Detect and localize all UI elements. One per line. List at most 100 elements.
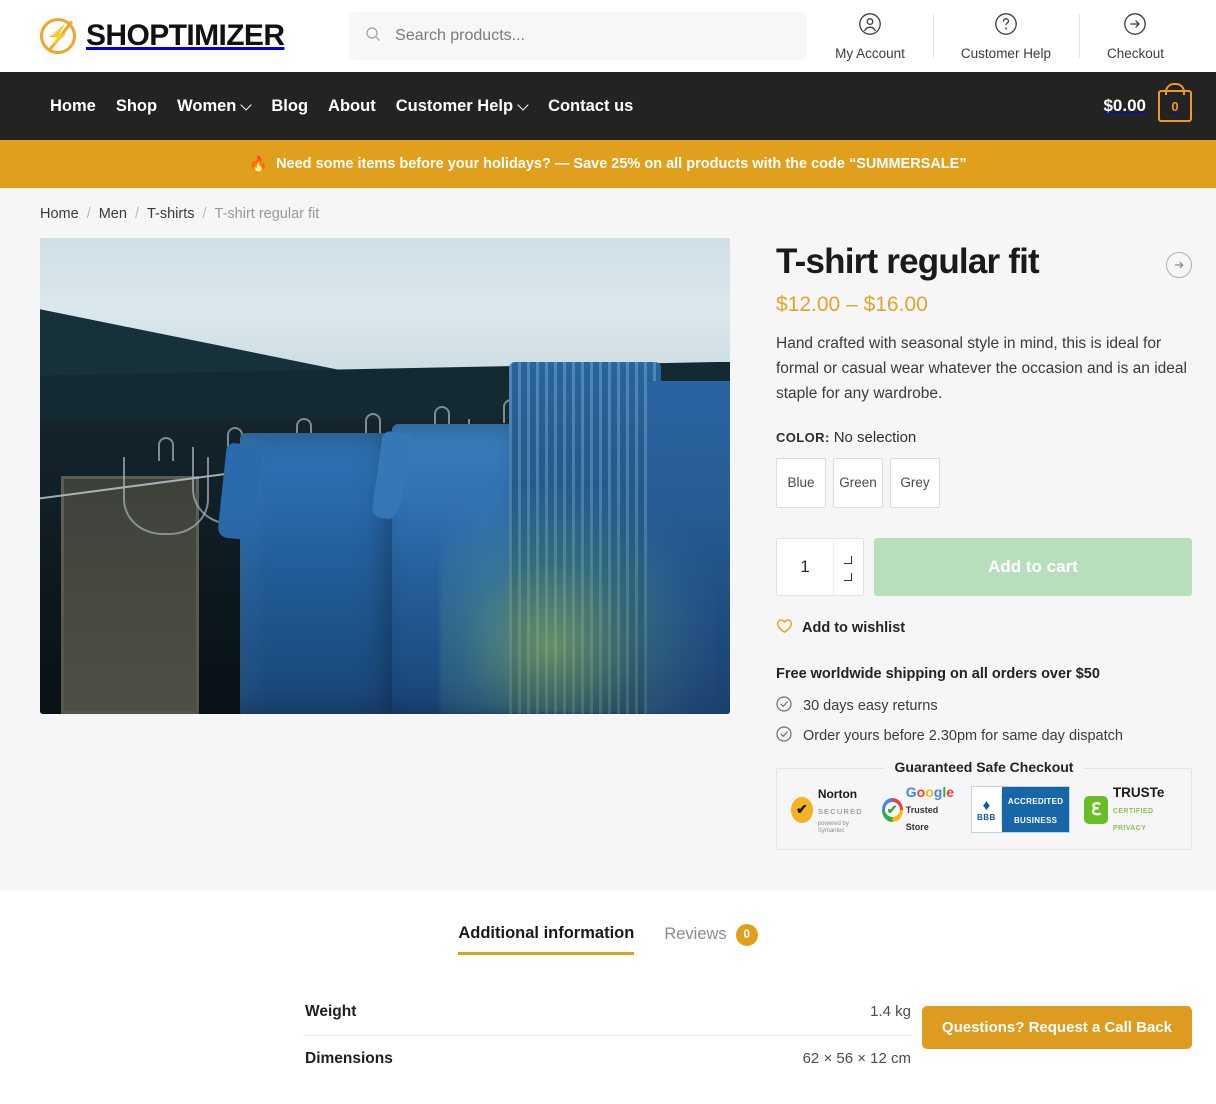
norton-label: Norton (817, 786, 858, 801)
quantity-increase-button[interactable] (843, 555, 854, 564)
nav-item-shop[interactable]: Shop (106, 97, 167, 116)
google-label: Google (905, 783, 955, 800)
nav-item-women[interactable]: Women (167, 97, 261, 116)
header-link-customer-help[interactable]: Customer Help (932, 12, 1079, 61)
promo-text: Need some items before your holidays? — … (276, 156, 967, 172)
google-check-icon: ✔ (881, 797, 903, 822)
breadcrumb-item-tshirts[interactable]: T-shirts (147, 206, 195, 222)
bbb-abbr-label: BBB (976, 812, 996, 822)
header-link-label: My Account (835, 45, 905, 61)
shopping-bag-icon: 0 (1158, 90, 1192, 122)
row-value: 1.4 kg (870, 1003, 911, 1021)
safe-checkout-legend: Guaranteed Safe Checkout (884, 758, 1084, 775)
add-to-wishlist-button[interactable]: Add to wishlist (776, 618, 1192, 638)
product-summary: T-shirt regular fit $12.00 – $16.00 Hand… (776, 238, 1192, 850)
chevron-down-icon (519, 101, 528, 110)
nav-items: Home Shop Women Blog About Customer Help… (40, 97, 643, 116)
add-to-cart-button[interactable]: Add to cart (874, 537, 1192, 596)
main-navigation: Home Shop Women Blog About Customer Help… (0, 72, 1216, 140)
request-call-back-button[interactable]: Questions? Request a Call Back (921, 1006, 1192, 1049)
header-link-my-account[interactable]: My Account (807, 12, 933, 61)
bbb-accredited-badge: ♦ BBB ACCREDITED BUSINESS (970, 786, 1071, 834)
product-tabs-section: Additional information Reviews 0 Weight … (0, 889, 1216, 1082)
site-header: ⚡ SHOPTIMIZER My Account (0, 0, 1216, 72)
truste-logo-icon: ℇ (1084, 795, 1108, 824)
nav-item-label: Shop (115, 96, 158, 115)
google-sub-label: Trusted Store (905, 805, 939, 833)
next-product-icon[interactable] (1166, 252, 1192, 278)
cart-link[interactable]: $0.00 0 (1103, 90, 1192, 122)
color-swatches: Blue Green Grey (776, 457, 1192, 508)
nav-item-label: Customer Help (395, 96, 514, 115)
product-price: $12.00 – $16.00 (776, 293, 928, 317)
attribute-label: COLOR: (776, 429, 830, 445)
bbb-torch-icon: ♦ (982, 796, 991, 814)
bbb-line1-label: ACCREDITED (1007, 797, 1064, 807)
search-icon (365, 26, 381, 47)
feature-item: Order yours before 2.30pm for same day d… (776, 725, 1192, 746)
header-link-label: Customer Help (960, 45, 1051, 61)
product-layout: T-shirt regular fit $12.00 – $16.00 Hand… (0, 232, 1216, 850)
swatch-green[interactable]: Green (833, 457, 883, 508)
quantity-decrease-button[interactable] (843, 572, 854, 581)
product-tabs: Additional information Reviews 0 (0, 923, 1216, 955)
reviews-count-badge: 0 (735, 923, 758, 946)
promo-banner: 🔥 Need some items before your holidays? … (0, 140, 1216, 188)
truste-sub-label: CERTIFIED PRIVACY (1112, 808, 1154, 833)
bbb-line2-label: BUSINESS (1013, 815, 1058, 825)
search-box[interactable] (349, 12, 808, 60)
nav-item-about[interactable]: About (318, 97, 386, 116)
nav-item-label: About (328, 96, 376, 115)
table-row: Weight 1.4 kg (303, 989, 913, 1035)
breadcrumb-item-home[interactable]: Home (40, 206, 79, 222)
quantity-stepper[interactable] (776, 537, 864, 596)
norton-sub-label: SECURED (817, 807, 863, 817)
swatch-grey[interactable]: Grey (890, 457, 940, 508)
search-input[interactable] (393, 26, 792, 46)
tab-reviews[interactable]: Reviews 0 (664, 923, 758, 955)
breadcrumb-separator: / (86, 206, 91, 222)
feature-label: 30 days easy returns (803, 697, 938, 714)
wishlist-label: Add to wishlist (802, 619, 906, 636)
trust-badges: ✔ Norton SECURED powered by Symantec ✔ G… (791, 783, 1177, 835)
tab-additional-information[interactable]: Additional information (458, 924, 635, 955)
tab-label: Reviews (664, 925, 727, 944)
product-image[interactable] (40, 238, 730, 714)
nav-item-label: Blog (271, 96, 309, 115)
nav-item-label: Home (50, 96, 96, 115)
row-value: 62 × 56 × 12 cm (802, 1050, 911, 1068)
header-link-checkout[interactable]: Checkout (1078, 12, 1192, 61)
nav-item-label: Contact us (548, 96, 634, 115)
nav-item-home[interactable]: Home (40, 97, 106, 116)
safe-checkout-box: Guaranteed Safe Checkout ✔ Norton SECURE… (776, 758, 1192, 850)
nav-item-blog[interactable]: Blog (261, 97, 318, 116)
header-link-label: Checkout (1106, 45, 1164, 61)
norton-powered-label: powered by Symantec (817, 821, 849, 834)
table-row: Dimensions 62 × 56 × 12 cm (303, 1034, 913, 1082)
row-label: Weight (305, 1002, 357, 1020)
product-gallery (40, 238, 730, 850)
swatch-blue[interactable]: Blue (776, 457, 826, 508)
breadcrumb-separator: / (134, 206, 139, 222)
breadcrumb-item-men[interactable]: Men (99, 206, 127, 222)
quantity-buttons (833, 538, 863, 595)
shipping-note: Free worldwide shipping on all orders ov… (776, 665, 1100, 682)
attribute-selection: No selection (833, 428, 917, 446)
user-circle-icon (858, 12, 882, 41)
quantity-input[interactable] (777, 538, 833, 595)
search-container (349, 12, 808, 60)
nav-item-contact-us[interactable]: Contact us (538, 97, 643, 116)
logo-bolt-icon: ⚡ (40, 18, 76, 54)
site-logo[interactable]: ⚡ SHOPTIMIZER (40, 18, 341, 54)
fire-emoji-icon: 🔥 (249, 156, 269, 173)
norton-secured-badge: ✔ Norton SECURED powered by Symantec (791, 786, 868, 834)
row-label: Dimensions (305, 1049, 393, 1067)
cart-count: 0 (1171, 98, 1179, 114)
photo-vignette (40, 238, 730, 714)
norton-check-icon: ✔ (791, 796, 813, 823)
check-circle-icon (776, 725, 792, 746)
heart-icon (776, 618, 793, 638)
header-links: My Account Customer Help Checkout (807, 12, 1192, 61)
additional-information-table: Weight 1.4 kg Dimensions 62 × 56 × 12 cm (303, 989, 913, 1082)
nav-item-customer-help[interactable]: Customer Help (386, 97, 538, 116)
